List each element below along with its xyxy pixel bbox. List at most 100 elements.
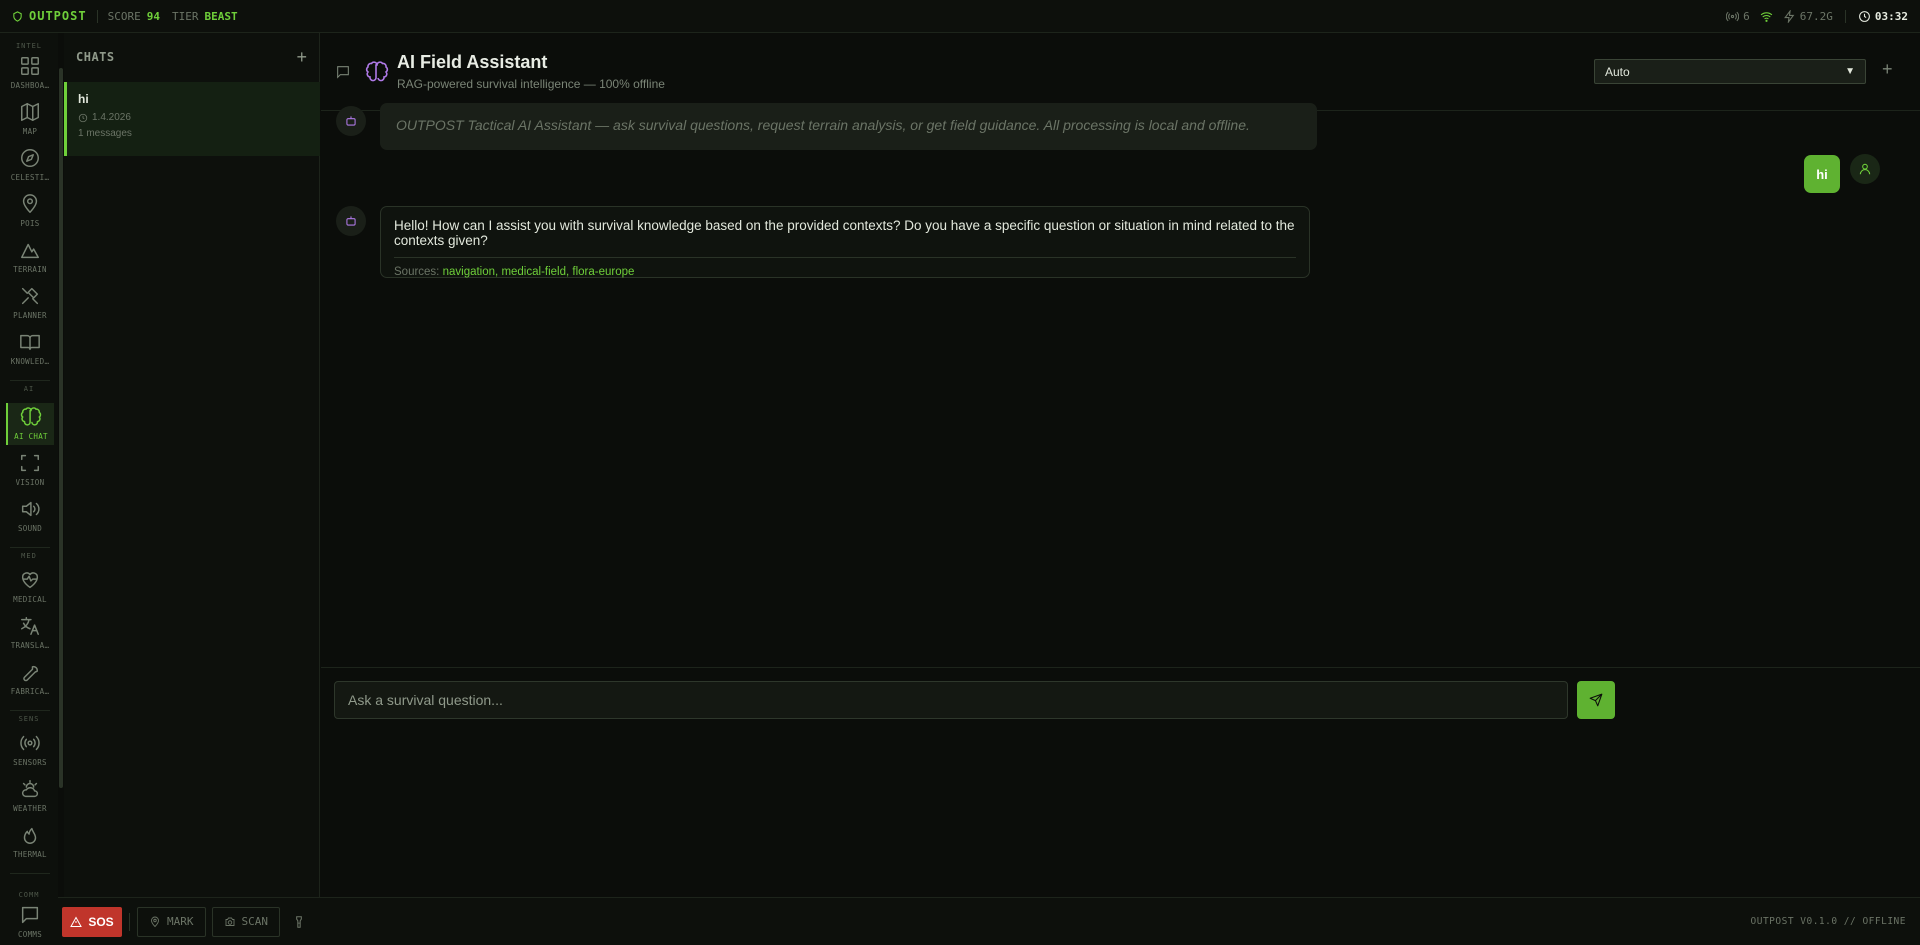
page-subtitle: RAG-powered survival intelligence — 100%… — [397, 77, 665, 91]
rail-item-knowledge[interactable]: KNOWLED… — [6, 328, 54, 370]
assistant-message-text: Hello! How can I assist you with surviva… — [394, 218, 1295, 248]
rail-label: WEATHER — [13, 804, 47, 813]
clock-time: 03:32 — [1874, 9, 1908, 23]
pin-icon — [151, 916, 159, 927]
rail-item-medical[interactable]: MEDICAL — [6, 566, 54, 608]
score-label: SCORE — [107, 9, 141, 23]
brand: OUTPOST — [12, 9, 87, 23]
rail-label: VISION — [15, 478, 45, 487]
mark-button[interactable]: MARK — [137, 906, 206, 937]
page-title: AI Field Assistant — [397, 52, 548, 72]
signal-status: 6 — [1726, 10, 1750, 23]
chats-title: CHATS — [76, 50, 115, 64]
sources-label: Sources: — [394, 266, 440, 278]
rail-item-comms[interactable]: COMMS — [6, 901, 54, 943]
signal-count: 6 — [1743, 9, 1750, 23]
chat-input[interactable]: Ask a survival question... — [334, 681, 1568, 719]
chat-header: AI Field Assistant RAG-powered survival … — [321, 33, 1920, 111]
model-select[interactable]: Auto ▼ — [1594, 59, 1866, 84]
rail-section-comm: COMM — [18, 891, 40, 899]
rail-item-weather[interactable]: WEATHER — [6, 775, 54, 817]
rail-item-map[interactable]: MAP — [6, 98, 54, 140]
dashboard-icon — [21, 57, 39, 75]
source-link[interactable]: medical-field — [501, 266, 566, 278]
rail-item-celestial[interactable]: CELESTI… — [6, 144, 54, 186]
chat-date: 1.4.2026 — [78, 112, 309, 123]
clock-icon — [78, 113, 88, 122]
composer: Ask a survival question... — [321, 667, 1920, 897]
rail-label: TRANSLA… — [10, 641, 50, 650]
map-icon — [21, 103, 39, 121]
clock-icon — [1858, 10, 1870, 22]
rail-label: KNOWLED… — [10, 357, 50, 366]
rail-item-sound[interactable]: SOUND — [6, 495, 54, 537]
rail-item-terrain[interactable]: TERRAIN — [6, 236, 54, 278]
chevron-down-icon: ▼ — [1845, 66, 1855, 77]
rail-scrollbar[interactable] — [59, 68, 63, 788]
message-sources: Sources: navigation, medical-field, flor… — [394, 266, 635, 278]
brain-icon — [20, 407, 42, 426]
message-square-icon[interactable] — [335, 64, 351, 80]
rail-item-ai-chat[interactable]: AI CHAT — [6, 403, 54, 445]
rail-item-thermal[interactable]: THERMAL — [6, 821, 54, 863]
rail-label: MAP — [22, 127, 38, 136]
rail-item-translate[interactable]: TRANSLA… — [6, 612, 54, 654]
rail-label: AI CHAT — [14, 432, 48, 441]
add-button[interactable]: + — [1882, 59, 1893, 80]
rail-section-ai: AI — [23, 385, 35, 393]
rail-item-pois[interactable]: POIS — [6, 190, 54, 232]
rail-label: CELESTI… — [10, 173, 50, 182]
wifi-icon — [1760, 11, 1773, 22]
sos-label: SOS — [88, 914, 114, 929]
left-rail: INTEL DASHBOA… MAP CELESTI… POIS TERRAIN… — [0, 33, 63, 945]
source-link[interactable]: flora-europe — [572, 266, 634, 278]
send-button[interactable] — [1577, 681, 1615, 719]
wifi-status — [1760, 10, 1773, 23]
speaker-icon — [21, 501, 40, 517]
sos-button[interactable]: SOS — [62, 906, 122, 937]
power-value: 67.2G — [1799, 9, 1833, 23]
chat-list-panel: CHATS + hi 1.4.2026 1 messages — [64, 33, 320, 897]
scan-icon — [21, 454, 39, 472]
scan-label: SCAN — [241, 915, 269, 928]
system-message-avatar — [336, 106, 366, 136]
chat-main: AI Field Assistant RAG-powered survival … — [321, 33, 1920, 897]
camera-icon — [225, 917, 234, 926]
bot-icon — [346, 216, 356, 226]
wrench-icon — [23, 665, 38, 682]
source-link[interactable]: navigation — [443, 266, 495, 278]
radio-icon — [20, 735, 40, 751]
cloud-sun-icon — [21, 780, 38, 798]
score-value: 94 — [146, 9, 160, 23]
top-bar: OUTPOST SCORE 94 TIER BEAST 6 67.2G 03:3… — [0, 0, 1920, 33]
compass-icon — [21, 149, 39, 167]
radio-waves-icon — [1726, 11, 1740, 21]
flashlight-icon[interactable] — [292, 915, 306, 929]
scan-button[interactable]: SCAN — [211, 906, 280, 937]
flame-icon — [23, 827, 37, 844]
book-icon — [20, 334, 40, 351]
rail-item-vision[interactable]: VISION — [6, 449, 54, 491]
rail-item-fabrication[interactable]: FABRICA… — [6, 658, 54, 700]
bot-icon — [346, 116, 356, 126]
chat-name: hi — [78, 92, 89, 106]
rail-item-dashboard[interactable]: DASHBOA… — [6, 52, 54, 94]
chat-date-text: 1.4.2026 — [92, 112, 131, 123]
rail-item-sensors[interactable]: SENSORS — [6, 729, 54, 771]
bolt-icon — [1783, 9, 1795, 23]
chat-message-count: 1 messages — [78, 128, 132, 139]
shield-icon — [13, 10, 22, 22]
rail-item-planner[interactable]: PLANNER — [6, 282, 54, 324]
brand-name: OUTPOST — [29, 9, 87, 23]
user-avatar — [1850, 154, 1880, 184]
new-chat-button[interactable]: + — [296, 48, 307, 66]
chat-input-placeholder: Ask a survival question... — [348, 692, 503, 708]
system-message: OUTPOST Tactical AI Assistant — ask surv… — [380, 103, 1317, 150]
assistant-message: Hello! How can I assist you with surviva… — [380, 206, 1310, 278]
rail-section-intel: INTEL — [15, 42, 43, 50]
rail-label: POIS — [20, 219, 40, 228]
model-select-value: Auto — [1605, 64, 1630, 79]
chat-list-item[interactable]: hi 1.4.2026 1 messages — [64, 82, 320, 156]
rail-label: COMMS — [17, 930, 43, 939]
message-icon — [21, 906, 39, 924]
